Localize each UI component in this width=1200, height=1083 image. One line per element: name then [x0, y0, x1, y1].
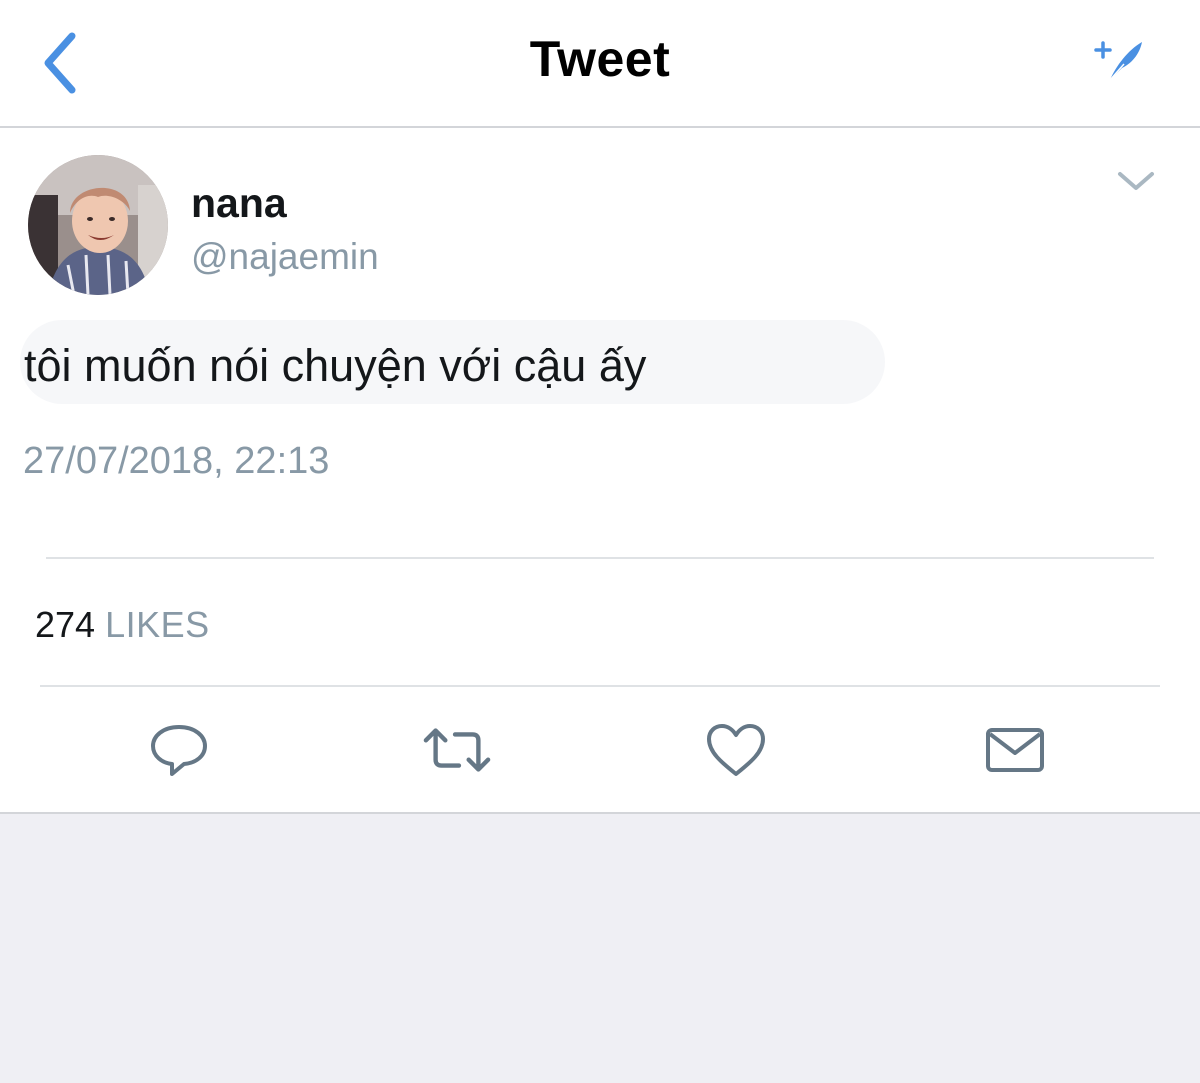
- navigation-bar: Tweet: [0, 0, 1200, 128]
- likes-label: LIKES: [105, 604, 210, 645]
- tweet-text: tôi muốn nói chuyện với cậu ấy: [24, 340, 647, 391]
- likes-count: 274: [35, 604, 96, 645]
- tweet-detail-card: Tweet nana @najaemin tôi muốn nói chuyện…: [0, 0, 1200, 814]
- envelope-icon: [986, 728, 1044, 772]
- page-title: Tweet: [529, 31, 671, 87]
- avatar[interactable]: [28, 155, 168, 295]
- heart-icon: [707, 724, 765, 776]
- compose-tweet-icon: [1094, 41, 1142, 81]
- empty-background-area: [0, 814, 1200, 1083]
- likes-stat[interactable]: 274 LIKES: [35, 604, 210, 646]
- retweet-icon: [423, 728, 491, 772]
- more-options-button[interactable]: [1112, 162, 1160, 202]
- divider: [46, 557, 1154, 559]
- author-display-name[interactable]: nana: [191, 180, 287, 227]
- direct-message-button[interactable]: [980, 715, 1050, 785]
- retweet-button[interactable]: [422, 715, 492, 785]
- author-handle[interactable]: @najaemin: [191, 236, 379, 278]
- divider: [40, 685, 1160, 687]
- reply-button[interactable]: [144, 715, 214, 785]
- profile-photo: [28, 155, 168, 295]
- tweet-timestamp: 27/07/2018, 22:13: [23, 440, 330, 482]
- chevron-down-icon: [1118, 172, 1154, 190]
- reply-icon: [151, 725, 207, 776]
- like-button[interactable]: [701, 715, 771, 785]
- compose-tweet-button[interactable]: [1090, 36, 1146, 86]
